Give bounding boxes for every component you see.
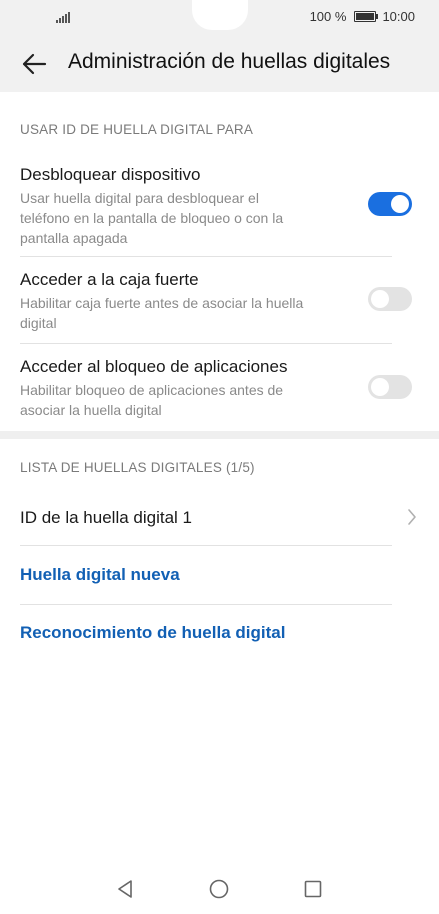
fingerprint-item-label: ID de la huella digital 1	[20, 508, 193, 527]
divider	[20, 343, 392, 344]
camera-notch	[192, 0, 248, 30]
toggle-unlock-device[interactable]	[368, 192, 412, 216]
page-title: Administración de huellas digitales	[68, 50, 391, 73]
section-header-list: LISTA DE HUELLAS DIGITALES (1/5)	[20, 460, 255, 475]
recents-square-icon	[304, 880, 322, 898]
nav-home-button[interactable]	[208, 878, 230, 905]
fingerprint-item-1[interactable]: ID de la huella digital 1	[20, 507, 419, 531]
setting-description: Usar huella digital para desbloquear el …	[20, 190, 284, 246]
setting-description: Habilitar caja fuerte antes de asociar l…	[20, 295, 304, 331]
home-circle-icon	[209, 879, 229, 899]
setting-title: Acceder al bloqueo de aplicaciones	[20, 357, 288, 376]
arrow-left-icon	[22, 53, 47, 75]
chevron-right-icon	[408, 509, 416, 525]
app-bar: Administración de huellas digitales	[0, 36, 439, 92]
setting-safe-access[interactable]: Acceder a la caja fuerte Habilitar caja …	[20, 269, 392, 333]
divider	[20, 545, 392, 546]
fingerprint-recognition-link[interactable]: Reconocimiento de huella digital	[20, 623, 285, 643]
setting-app-lock-access[interactable]: Acceder al bloqueo de aplicaciones Habil…	[20, 356, 392, 420]
clock: 10:00	[382, 9, 415, 24]
setting-title: Acceder a la caja fuerte	[20, 270, 199, 289]
nav-back-button[interactable]	[114, 878, 136, 905]
setting-description: Habilitar bloqueo de aplicaciones antes …	[20, 382, 284, 418]
toggle-app-lock-access[interactable]	[368, 375, 412, 399]
divider	[20, 256, 392, 257]
setting-title: Desbloquear dispositivo	[20, 165, 201, 184]
divider	[20, 604, 392, 605]
signal-icon	[56, 12, 70, 23]
nav-recents-button[interactable]	[302, 878, 324, 905]
status-bar: 100 % 10:00	[0, 0, 439, 36]
back-triangle-icon	[118, 880, 132, 898]
battery-percentage: 100 %	[309, 9, 347, 24]
toggle-safe-access[interactable]	[368, 287, 412, 311]
section-separator	[0, 431, 439, 439]
section-header-use: USAR ID DE HUELLA DIGITAL PARA	[20, 122, 254, 137]
setting-unlock-device[interactable]: Desbloquear dispositivo Usar huella digi…	[20, 164, 392, 248]
new-fingerprint-link[interactable]: Huella digital nueva	[20, 565, 180, 585]
battery-icon	[354, 11, 379, 22]
back-button[interactable]	[14, 48, 54, 80]
system-navigation-bar	[0, 866, 439, 914]
